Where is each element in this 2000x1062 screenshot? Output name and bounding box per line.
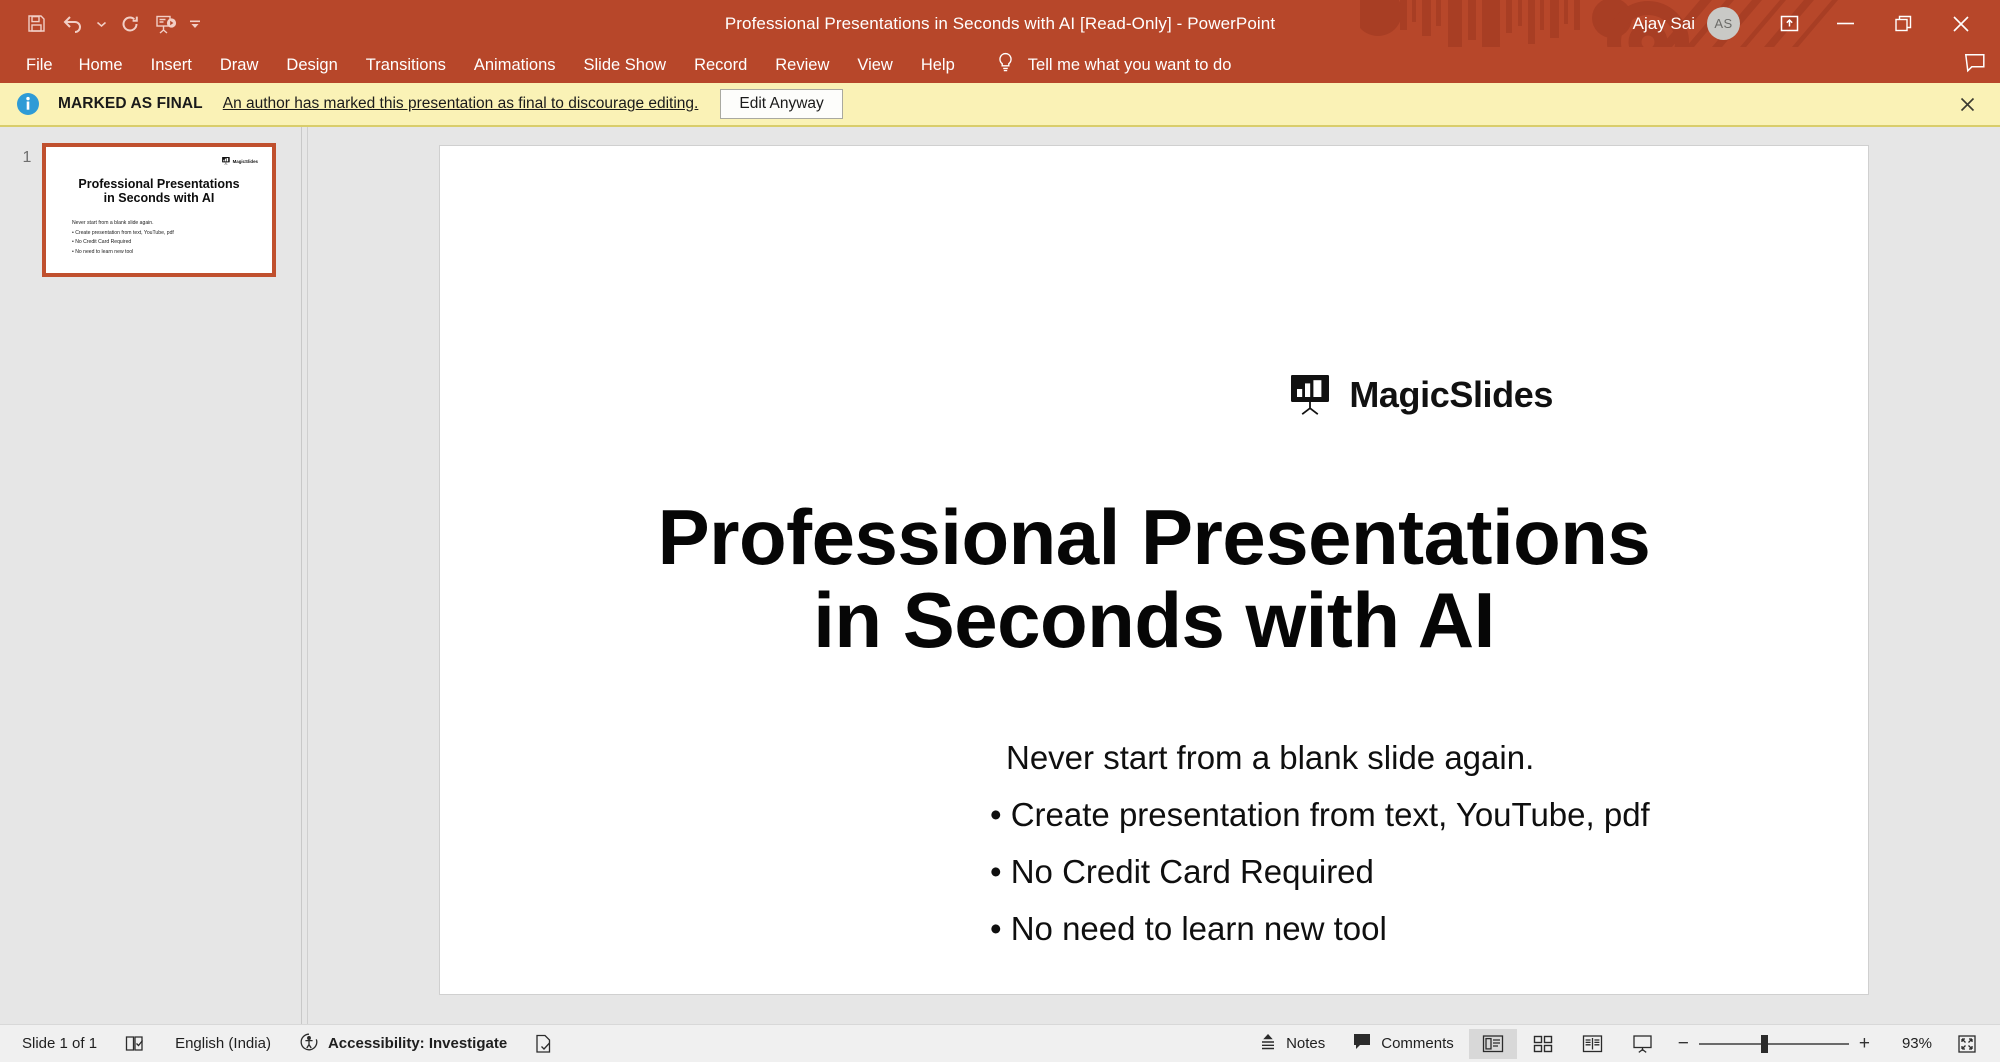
tab-draw[interactable]: Draw [206, 51, 273, 80]
slide-thumbnail-1[interactable]: MagicSlides Professional Presentations i… [42, 143, 276, 277]
slide-title-line2: in Seconds with AI [500, 579, 1808, 662]
comment-bubble-icon [1353, 1033, 1372, 1054]
notes-label: Notes [1286, 1035, 1325, 1052]
slide-body-line: Never start from a blank slide again. [1006, 740, 1788, 777]
zoom-level[interactable]: 93% [1880, 1035, 1932, 1052]
lightbulb-icon [997, 52, 1014, 78]
tab-home[interactable]: Home [65, 51, 137, 80]
ribbon-tab-bar: File Home Insert Draw Design Transitions… [0, 47, 2000, 83]
accessibility-label: Accessibility: Investigate [328, 1035, 507, 1052]
thumbnail-title-line1: Professional Presentations [46, 177, 272, 191]
comments-label: Comments [1381, 1035, 1454, 1052]
user-name: Ajay Sai [1633, 14, 1695, 34]
slide-count[interactable]: Slide 1 of 1 [8, 1029, 111, 1059]
tab-file[interactable]: File [16, 51, 65, 80]
workspace: 1 MagicSlides Professional Presen [0, 127, 2000, 1024]
thumbnail-body-line: • No Credit Card Required [72, 240, 260, 245]
thumbnail-title: Professional Presentations in Seconds wi… [46, 177, 272, 206]
status-bar: Slide 1 of 1 English (India) Accessibili… [0, 1024, 2000, 1062]
tab-help[interactable]: Help [907, 51, 969, 80]
avatar[interactable]: AS [1707, 7, 1740, 40]
customize-quick-access-icon[interactable] [184, 7, 206, 41]
thumbnail-title-line2: in Seconds with AI [46, 191, 272, 205]
slide-sorter-view-button[interactable] [1519, 1029, 1567, 1059]
slide-title[interactable]: Professional Presentations in Seconds wi… [500, 496, 1808, 661]
titlebar-right: Ajay Sai AS [1633, 0, 2000, 47]
notes-button[interactable]: Notes [1245, 1029, 1339, 1059]
slide-body-line: • No Credit Card Required [990, 854, 1788, 891]
title-bar: Professional Presentations in Seconds wi… [0, 0, 2000, 47]
slide-body-line: • Create presentation from text, YouTube… [990, 797, 1788, 834]
undo-dropdown-icon[interactable] [90, 7, 112, 41]
slide-canvas[interactable]: MagicSlides Professional Presentations i… [439, 145, 1869, 995]
banner-close-icon[interactable] [1954, 91, 1980, 117]
thumbnail-logo-text: MagicSlides [233, 159, 258, 164]
slide-body-line: • No need to learn new tool [990, 911, 1788, 948]
tab-view[interactable]: View [843, 51, 906, 80]
normal-view-button[interactable] [1469, 1029, 1517, 1059]
slide-editing-area: MagicSlides Professional Presentations i… [308, 127, 2000, 1024]
thumbnail-logo: MagicSlides [222, 157, 258, 165]
slide-thumbnail-panel: 1 MagicSlides Professional Presen [0, 127, 302, 1024]
slide-body-placeholder[interactable]: Never start from a blank slide again. • … [1006, 740, 1788, 968]
tab-design[interactable]: Design [272, 51, 351, 80]
ribbon-display-options-icon[interactable] [1762, 0, 1816, 47]
language[interactable]: English (India) [161, 1029, 285, 1059]
tab-record[interactable]: Record [680, 51, 761, 80]
notes-icon [1259, 1033, 1277, 1055]
comment-icon[interactable] [1964, 53, 1986, 78]
accessibility-icon [299, 1032, 319, 1056]
save-icon[interactable] [18, 7, 54, 41]
slide-logo-text: MagicSlides [1349, 374, 1553, 416]
close-icon[interactable] [1932, 0, 1990, 47]
zoom-out-button[interactable]: − [1678, 1034, 1689, 1053]
tell-me-label: Tell me what you want to do [1028, 56, 1232, 75]
slide-title-line1: Professional Presentations [500, 496, 1808, 579]
tab-slide-show[interactable]: Slide Show [570, 51, 681, 80]
tab-transitions[interactable]: Transitions [352, 51, 460, 80]
slide-show-button[interactable] [1619, 1029, 1667, 1059]
restore-icon[interactable] [1874, 0, 1932, 47]
minimize-icon[interactable] [1816, 0, 1874, 47]
powerpoint-window: Professional Presentations in Seconds wi… [0, 0, 2000, 1062]
thumbnail-body-line: • No need to learn new tool [72, 250, 260, 255]
tell-me-search[interactable]: Tell me what you want to do [997, 52, 1232, 78]
redo-icon[interactable] [112, 7, 148, 41]
accessibility-status[interactable]: Accessibility: Investigate [285, 1029, 521, 1059]
thumbnail-body: Never start from a blank slide again. • … [72, 221, 260, 260]
fit-to-window-button[interactable] [1943, 1029, 1991, 1059]
tab-insert[interactable]: Insert [137, 51, 206, 80]
thumbnail-row: 1 MagicSlides Professional Presen [0, 143, 301, 277]
undo-icon[interactable] [54, 7, 90, 41]
info-icon [14, 90, 42, 118]
thumbnail-body-line: Never start from a blank slide again. [72, 221, 260, 226]
zoom-slider[interactable] [1699, 1043, 1849, 1045]
thumbnail-body-line: • Create presentation from text, YouTube… [72, 231, 260, 236]
banner-message[interactable]: An author has marked this presentation a… [223, 95, 699, 113]
slide-logo: MagicSlides [1291, 374, 1553, 416]
quick-access-toolbar [0, 7, 206, 41]
page-check-icon[interactable] [521, 1029, 567, 1059]
banner-status-label: MARKED AS FINAL [58, 95, 203, 113]
comments-button[interactable]: Comments [1339, 1029, 1468, 1059]
slide-number: 1 [12, 143, 42, 167]
tab-review[interactable]: Review [761, 51, 843, 80]
edit-anyway-button[interactable]: Edit Anyway [720, 89, 842, 119]
zoom-control: − + 93% [1668, 1034, 1942, 1053]
reading-view-button[interactable] [1569, 1029, 1617, 1059]
tab-animations[interactable]: Animations [460, 51, 570, 80]
start-presentation-icon[interactable] [148, 7, 184, 41]
zoom-in-button[interactable]: + [1859, 1034, 1870, 1053]
marked-as-final-banner: MARKED AS FINAL An author has marked thi… [0, 83, 2000, 127]
spellcheck-icon[interactable] [111, 1029, 161, 1059]
zoom-slider-handle[interactable] [1761, 1035, 1768, 1053]
